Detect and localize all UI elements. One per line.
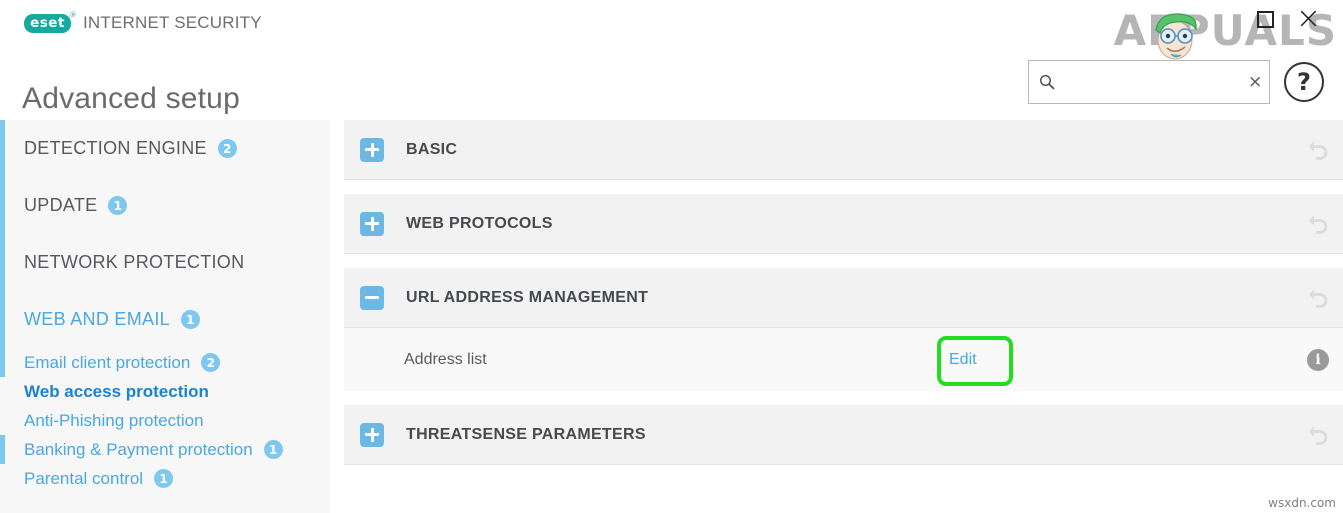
sidebar-item-accent-bar <box>0 348 5 377</box>
sidebar-item-badge: 1 <box>263 440 283 459</box>
section-divider <box>344 391 1343 405</box>
setting-row-address-list: Address list Edit i <box>344 328 1343 391</box>
settings-section: BASIC <box>344 120 1343 180</box>
search-icon <box>1039 74 1055 90</box>
sidebar-item-label: Web access protection <box>24 381 209 401</box>
search-input[interactable] <box>1063 73 1248 91</box>
sidebar-item-detection-engine[interactable]: DETECTION ENGINE 2 <box>0 120 330 177</box>
sidebar-item-badge: 1 <box>154 469 174 488</box>
sidebar-item-label: UPDATE <box>24 195 98 215</box>
sidebar-item-badge: 2 <box>201 353 221 372</box>
settings-section: WEB PROTOCOLS <box>344 194 1343 254</box>
settings-section: URL ADDRESS MANAGEMENT Address list Edit i <box>344 268 1343 391</box>
page-title: Advanced setup <box>22 82 240 116</box>
appuals-mascot-icon <box>1155 13 1197 60</box>
help-button[interactable]: ? <box>1284 62 1324 102</box>
sidebar-item-badge: 2 <box>217 139 237 158</box>
section-header-basic[interactable]: BASIC <box>344 120 1343 180</box>
sidebar-item-label: Email client protection <box>24 352 191 372</box>
section-header-url-address-management[interactable]: URL ADDRESS MANAGEMENT <box>344 268 1343 328</box>
section-divider <box>344 180 1343 194</box>
sidebar-item-parental-control[interactable]: Parental control 1 <box>0 464 330 493</box>
sidebar-item-badge: 1 <box>180 310 200 329</box>
section-title: BASIC <box>406 140 458 158</box>
sidebar-item-accent-bar <box>0 291 5 348</box>
revert-icon[interactable] <box>1307 424 1329 446</box>
sidebar: DETECTION ENGINE 2 UPDATE 1 NETWORK PROTECTI… <box>0 120 330 513</box>
revert-icon[interactable] <box>1307 287 1329 309</box>
sidebar-item-badge: 1 <box>108 196 128 215</box>
settings-section: THREATSENSE PARAMETERS <box>344 405 1343 465</box>
sidebar-item-email-client-protection[interactable]: Email client protection 2 <box>0 348 330 377</box>
expand-plus-icon[interactable] <box>360 422 384 447</box>
section-divider <box>344 254 1343 268</box>
sidebar-item-label: DETECTION ENGINE <box>24 138 207 158</box>
settings-panel: BASIC WEB PROTOCOLS URL ADDRESS MANAGEMENT… <box>344 120 1343 513</box>
eset-logo: eset <box>24 11 77 33</box>
sidebar-item-label: WEB AND EMAIL <box>24 309 170 329</box>
sidebar-item-accent-bar <box>0 177 5 234</box>
section-header-web-protocols[interactable]: WEB PROTOCOLS <box>344 194 1343 254</box>
sidebar-item-label: NETWORK PROTECTION <box>24 252 245 272</box>
sidebar-item-anti-phishing-protection[interactable]: Anti-Phishing protection <box>0 406 330 435</box>
sidebar-item-web-and-email[interactable]: WEB AND EMAIL 1 <box>0 291 330 348</box>
expand-plus-icon[interactable] <box>360 137 384 162</box>
sidebar-item-web-access-protection[interactable]: Web access protection <box>0 377 330 406</box>
revert-icon[interactable] <box>1307 213 1329 235</box>
section-header-threatsense-parameters[interactable]: THREATSENSE PARAMETERS <box>344 405 1343 465</box>
brand-header: eset INTERNET SECURITY <box>24 10 262 36</box>
sidebar-item-accent-bar <box>0 120 5 177</box>
sidebar-item-label: Anti-Phishing protection <box>24 410 204 430</box>
sidebar-item-accent-bar <box>0 435 5 464</box>
info-icon[interactable]: i <box>1307 348 1329 371</box>
window-maximize-button[interactable] <box>1257 11 1274 28</box>
section-title: THREATSENSE PARAMETERS <box>406 425 646 443</box>
search-box[interactable]: × <box>1028 60 1270 104</box>
source-watermark: wsxdn.com <box>1268 496 1336 510</box>
sidebar-item-network-protection[interactable]: NETWORK PROTECTION <box>0 234 330 291</box>
sidebar-item-label: Banking & Payment protection <box>24 439 253 459</box>
product-name: INTERNET SECURITY <box>83 13 262 32</box>
search-clear-icon[interactable]: × <box>1248 73 1262 91</box>
setting-label: Address list <box>404 350 487 368</box>
edit-link[interactable]: Edit <box>949 351 977 369</box>
collapse-minus-icon[interactable] <box>360 285 384 310</box>
sidebar-item-update[interactable]: UPDATE 1 <box>0 177 330 234</box>
section-title: WEB PROTOCOLS <box>406 214 553 232</box>
sidebar-item-banking-payment-protection[interactable]: Banking & Payment protection 1 <box>0 435 330 464</box>
section-title: URL ADDRESS MANAGEMENT <box>406 288 649 306</box>
sidebar-item-accent-bar <box>0 234 5 291</box>
sidebar-item-label: Parental control <box>24 468 144 488</box>
expand-plus-icon[interactable] <box>360 211 384 236</box>
revert-icon[interactable] <box>1307 139 1329 161</box>
window-close-button[interactable]: × <box>1296 4 1321 34</box>
